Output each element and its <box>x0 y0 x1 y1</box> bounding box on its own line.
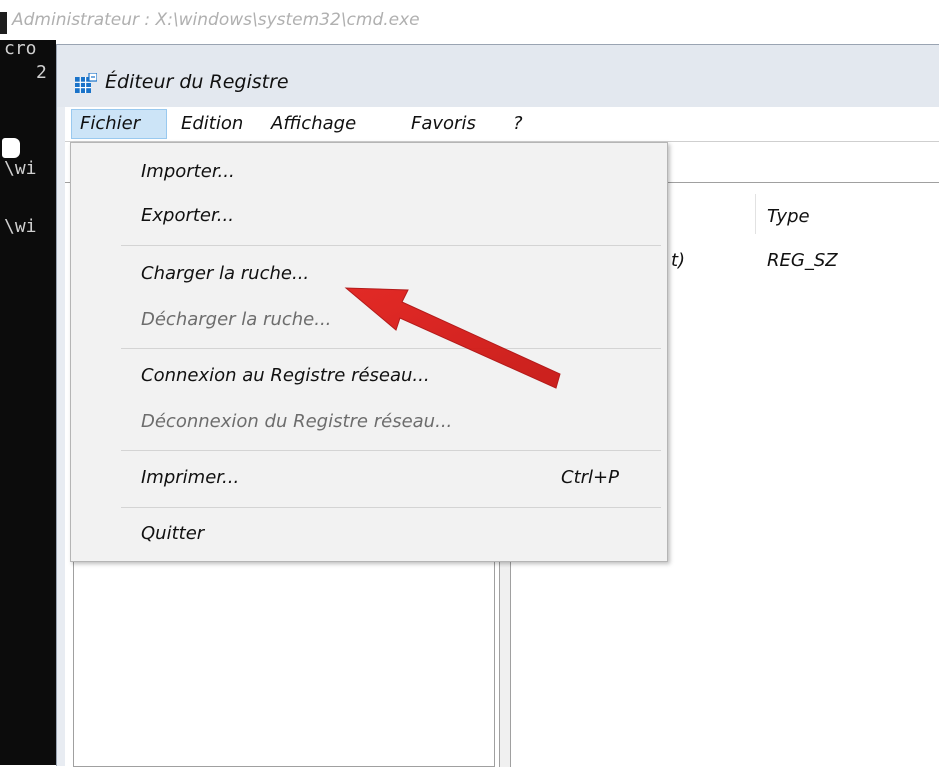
cmd-window-titlebar[interactable]: Administrateur : X:\windows\system32\cmd… <box>0 0 939 40</box>
menu-item-connexion-registre[interactable]: Connexion au Registre réseau... <box>141 365 430 386</box>
menu-item-decharger-ruche: Décharger la ruche... <box>141 309 332 330</box>
value-name-cell[interactable]: t) <box>671 250 685 271</box>
menu-fichier-label: Fichier <box>80 113 141 134</box>
window-title: Éditeur du Registre <box>105 71 289 93</box>
menu-gutter <box>73 145 131 559</box>
regedit-app-icon <box>75 73 97 93</box>
menu-item-importer[interactable]: Importer... <box>141 161 235 182</box>
menu-item-deconnexion-registre: Déconnexion du Registre réseau... <box>141 411 453 432</box>
menu-bar: Fichier Edition Affichage Favoris ? <box>65 107 939 141</box>
menu-item-quitter[interactable]: Quitter <box>141 523 204 544</box>
cmd-line: \wi <box>4 158 37 179</box>
cmd-line: cro <box>4 38 37 59</box>
menu-item-imprimer[interactable]: Imprimer... <box>141 467 239 488</box>
menu-shortcut-imprimer: Ctrl+P <box>561 467 619 488</box>
column-separator[interactable] <box>755 194 756 234</box>
cmd-window-title: Administrateur : X:\windows\system32\cmd… <box>12 10 420 30</box>
value-type-cell[interactable]: REG_SZ <box>767 250 838 271</box>
menu-separator <box>121 450 661 451</box>
menu-fichier[interactable]: Fichier <box>71 109 167 139</box>
menu-edition[interactable]: Edition <box>181 113 243 134</box>
cmd-console[interactable]: cro 2 \wi \wi <box>0 38 56 765</box>
file-menu-dropdown: Importer... Exporter... Charger la ruche… <box>70 142 668 562</box>
menu-item-exporter[interactable]: Exporter... <box>141 205 234 226</box>
cmd-line: \wi <box>4 216 37 237</box>
mouse-hand-icon <box>2 138 20 158</box>
menu-separator <box>121 507 661 508</box>
menu-separator <box>121 245 661 246</box>
menu-favoris[interactable]: Favoris <box>411 113 476 134</box>
cmd-line: 2 <box>36 62 47 83</box>
column-header-type[interactable]: Type <box>767 206 810 227</box>
menu-help[interactable]: ? <box>513 113 523 134</box>
menu-affichage[interactable]: Affichage <box>271 113 356 134</box>
cmd-app-icon <box>0 12 7 34</box>
menu-separator <box>121 348 661 349</box>
menu-item-charger-ruche[interactable]: Charger la ruche... <box>141 263 309 284</box>
registry-editor-titlebar[interactable]: Éditeur du Registre <box>57 45 939 107</box>
